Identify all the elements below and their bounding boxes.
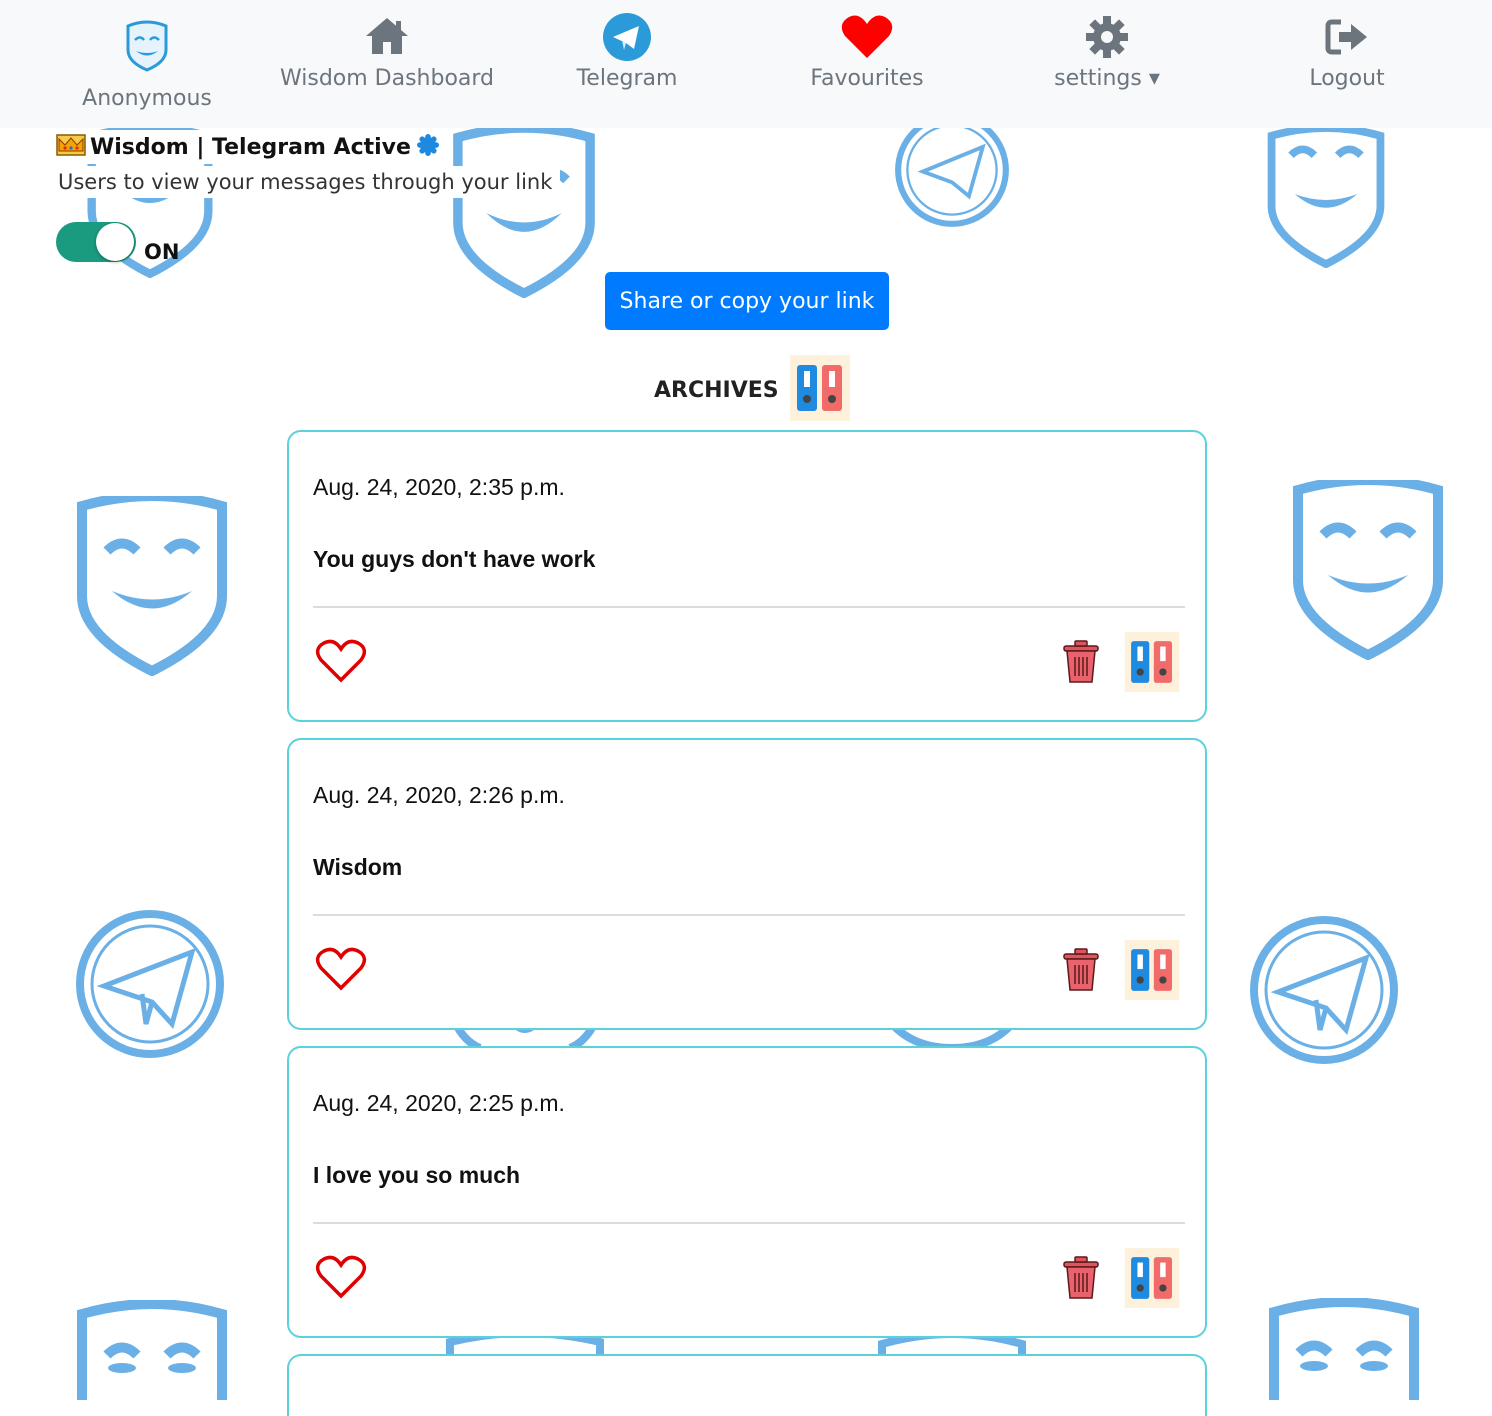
archives-heading: ARCHIVES bbox=[654, 354, 853, 422]
delete-trash-icon[interactable] bbox=[1061, 1256, 1101, 1305]
verified-badge-icon bbox=[416, 133, 439, 161]
favourite-heart-icon[interactable] bbox=[315, 946, 367, 997]
delete-trash-icon[interactable] bbox=[1061, 640, 1101, 689]
nav-item-label: settings ▾ bbox=[1054, 66, 1160, 91]
telegram-icon bbox=[602, 12, 652, 68]
card-divider bbox=[313, 914, 1185, 916]
bg-mask-icon bbox=[72, 496, 232, 676]
message-text: Wisdom bbox=[313, 854, 403, 880]
title-text: Wisdom | Telegram Active bbox=[90, 134, 411, 160]
toggle-state-label: ON bbox=[144, 240, 180, 264]
message-card: Aug. 24, 2020, 2:26 p.m. Wisdom bbox=[287, 738, 1207, 1030]
bg-mask-icon bbox=[1288, 480, 1448, 660]
nav-item-label: Favourites bbox=[810, 66, 924, 91]
message-date: Aug. 24, 2020, 2:25 p.m. bbox=[313, 1090, 565, 1116]
favourite-heart-icon[interactable] bbox=[315, 638, 367, 689]
link-active-toggle[interactable] bbox=[56, 222, 136, 262]
message-text: I love you so much bbox=[313, 1162, 521, 1188]
bg-telegram-icon bbox=[1246, 912, 1402, 1068]
crown-icon bbox=[56, 133, 86, 161]
page-title: Wisdom | Telegram Active bbox=[56, 130, 445, 164]
archives-heading-text: ARCHIVES bbox=[654, 377, 779, 403]
message-card: Aug. 24, 2020, 2:35 p.m. You guys don't … bbox=[287, 430, 1207, 722]
logout-icon bbox=[1325, 18, 1369, 62]
share-link-button[interactable]: Share or copy your link bbox=[605, 272, 889, 330]
favourite-heart-icon[interactable] bbox=[315, 1254, 367, 1305]
gear-icon bbox=[1086, 16, 1128, 64]
bg-telegram-icon bbox=[72, 906, 228, 1062]
binders-icon bbox=[787, 354, 853, 426]
nav-item-label: Logout bbox=[1309, 66, 1385, 91]
heart-icon bbox=[841, 14, 893, 66]
bg-mask-icon bbox=[72, 1300, 232, 1400]
card-divider bbox=[313, 606, 1185, 608]
archive-binders-icon[interactable] bbox=[1121, 632, 1183, 697]
nav-item-label: Telegram bbox=[576, 66, 678, 91]
message-date: Aug. 24, 2020, 2:26 p.m. bbox=[313, 782, 565, 808]
bg-mask-icon bbox=[444, 128, 604, 298]
card-divider bbox=[313, 1222, 1185, 1224]
message-text: You guys don't have work bbox=[313, 546, 596, 572]
message-card: Aug. 24, 2020, 2:25 p.m. I love you so m… bbox=[287, 1046, 1207, 1338]
home-icon bbox=[364, 16, 410, 62]
archive-binders-icon[interactable] bbox=[1121, 940, 1183, 1005]
message-date: Aug. 24, 2020, 2:35 p.m. bbox=[313, 474, 565, 500]
anonymous-mask-icon bbox=[124, 20, 170, 78]
delete-trash-icon[interactable] bbox=[1061, 948, 1101, 997]
message-card bbox=[287, 1354, 1207, 1416]
nav-brand-label: Anonymous bbox=[82, 86, 212, 111]
archive-binders-icon[interactable] bbox=[1121, 1248, 1183, 1313]
toggle-knob bbox=[96, 223, 134, 261]
link-description: Users to view your messages through your… bbox=[56, 166, 561, 198]
bg-mask-icon bbox=[1264, 1298, 1424, 1400]
nav-item-label: Wisdom Dashboard bbox=[279, 66, 495, 91]
bg-mask-icon bbox=[1246, 128, 1406, 268]
bg-telegram-icon bbox=[874, 110, 1030, 230]
top-navbar: Anonymous Wisdom Dashboard Telegram Favo… bbox=[0, 0, 1492, 128]
